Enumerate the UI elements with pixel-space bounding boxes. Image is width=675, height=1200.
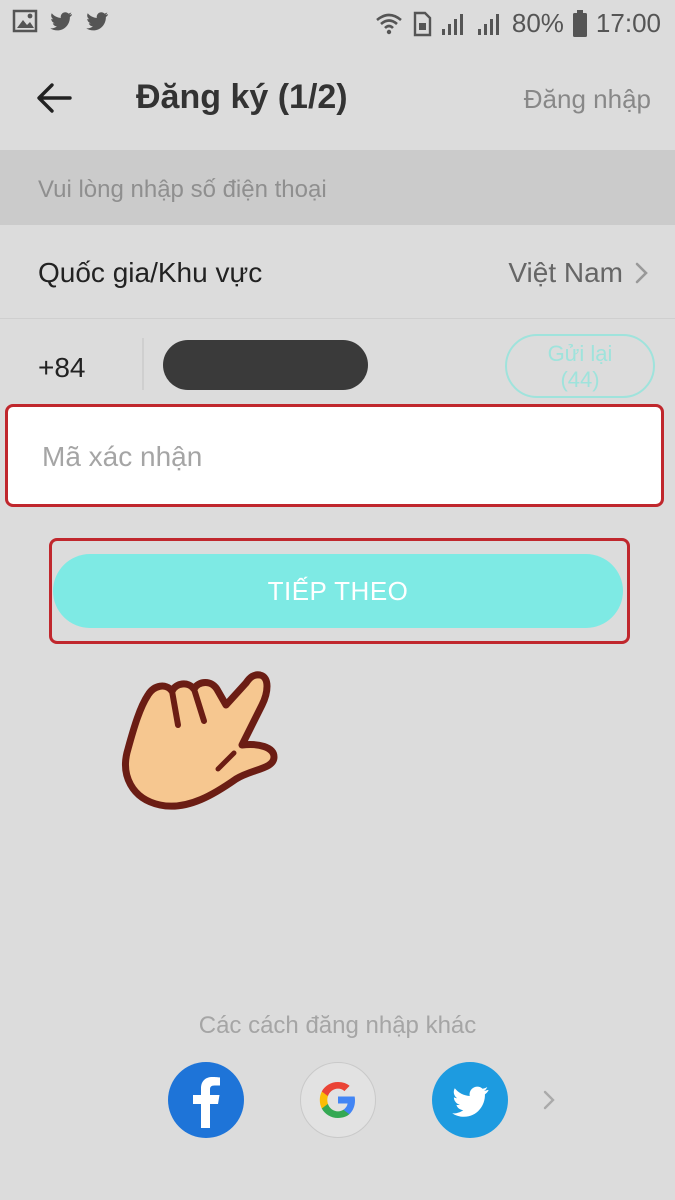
hand-pointer-icon <box>122 671 278 810</box>
google-login-button[interactable] <box>300 1062 376 1138</box>
status-bar: 80% 17:00 <box>0 0 675 48</box>
phone-number-masked[interactable] <box>163 340 368 390</box>
country-value: Việt Nam <box>508 257 623 288</box>
signal-icon <box>477 13 499 35</box>
resend-button[interactable]: Gửi lại (44) <box>505 334 655 398</box>
country-code: +84 <box>38 352 86 383</box>
login-link[interactable]: Đăng nhập <box>524 84 651 115</box>
chevron-right-icon[interactable] <box>541 1088 557 1112</box>
twitter-icon <box>50 12 73 31</box>
app-bar: Đăng ký (1/2) Đăng nhập <box>0 48 675 150</box>
chevron-right-icon <box>635 262 648 284</box>
divider <box>142 338 144 390</box>
signal-icon <box>441 13 463 35</box>
sim-icon <box>413 11 432 36</box>
facebook-icon <box>193 1077 220 1128</box>
twitter-icon <box>86 12 109 31</box>
back-arrow-icon[interactable] <box>32 76 76 120</box>
clock: 17:00 <box>595 8 661 38</box>
other-login-label: Các cách đăng nhập khác <box>198 1012 477 1039</box>
verification-code-input[interactable] <box>40 431 604 483</box>
google-icon <box>319 1082 355 1118</box>
image-icon <box>12 9 38 33</box>
battery-icon <box>572 9 587 37</box>
twitter-icon <box>452 1086 489 1117</box>
next-button[interactable]: TIẾP THEO <box>53 554 623 628</box>
facebook-login-button[interactable] <box>168 1062 244 1138</box>
country-selector[interactable]: Quốc gia/Khu vực Việt Nam <box>0 225 675 319</box>
battery-percent: 80% <box>511 8 564 38</box>
resend-countdown: (44) <box>560 367 600 392</box>
wifi-icon <box>376 13 402 34</box>
phone-hint-bar: Vui lòng nhập số điện thoại <box>0 150 675 225</box>
country-label: Quốc gia/Khu vực <box>38 257 263 288</box>
twitter-login-button[interactable] <box>432 1062 508 1138</box>
phone-hint-text: Vui lòng nhập số điện thoại <box>38 176 327 203</box>
resend-label: Gửi lại <box>547 341 613 366</box>
page-title: Đăng ký (1/2) <box>136 78 348 116</box>
verification-code-box <box>5 404 664 507</box>
